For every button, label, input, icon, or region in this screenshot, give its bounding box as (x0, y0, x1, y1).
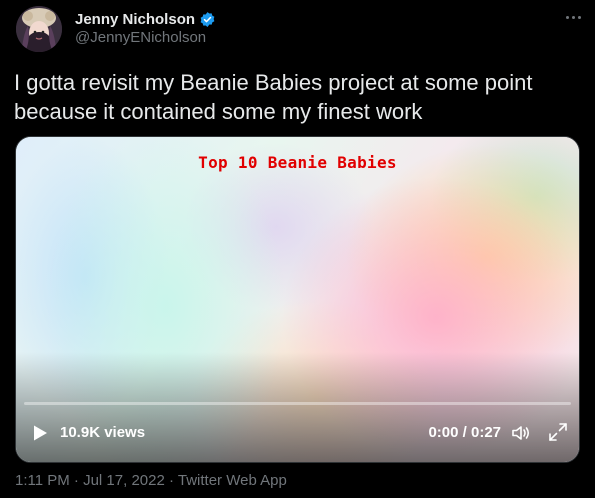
volume-icon[interactable] (510, 422, 532, 444)
tweet-source[interactable]: Twitter Web App (178, 472, 287, 489)
fullscreen-icon[interactable] (547, 421, 569, 443)
tweet-card: Jenny Nicholson @JennyENicholson I gotta… (0, 0, 595, 498)
video-player[interactable]: Top 10 Beanie Babies 10.9K views 0:00 / … (15, 136, 580, 463)
video-view-count: 10.9K views (60, 424, 146, 441)
author-name-row: Jenny Nicholson (75, 9, 216, 29)
tweet-meta: 1:11 PM · Jul 17, 2022 · Twitter Web App (15, 472, 287, 489)
video-progress-bar[interactable] (24, 402, 571, 405)
tweet-timestamp[interactable]: 1:11 PM · Jul 17, 2022 · (15, 472, 178, 489)
video-controls-shade (16, 352, 579, 462)
author-display-name[interactable]: Jenny Nicholson (75, 11, 195, 28)
author-handle[interactable]: @JennyENicholson (75, 29, 206, 46)
video-time: 0:00 / 0:27 (428, 424, 501, 441)
verified-badge-icon (199, 11, 216, 28)
avatar-image (16, 6, 62, 52)
more-dots-icon[interactable] (562, 7, 584, 27)
video-overlay-title: Top 10 Beanie Babies (198, 153, 397, 172)
avatar[interactable] (16, 6, 62, 52)
tweet-text: I gotta revisit my Beanie Babies project… (14, 70, 533, 124)
play-icon[interactable] (30, 423, 50, 443)
